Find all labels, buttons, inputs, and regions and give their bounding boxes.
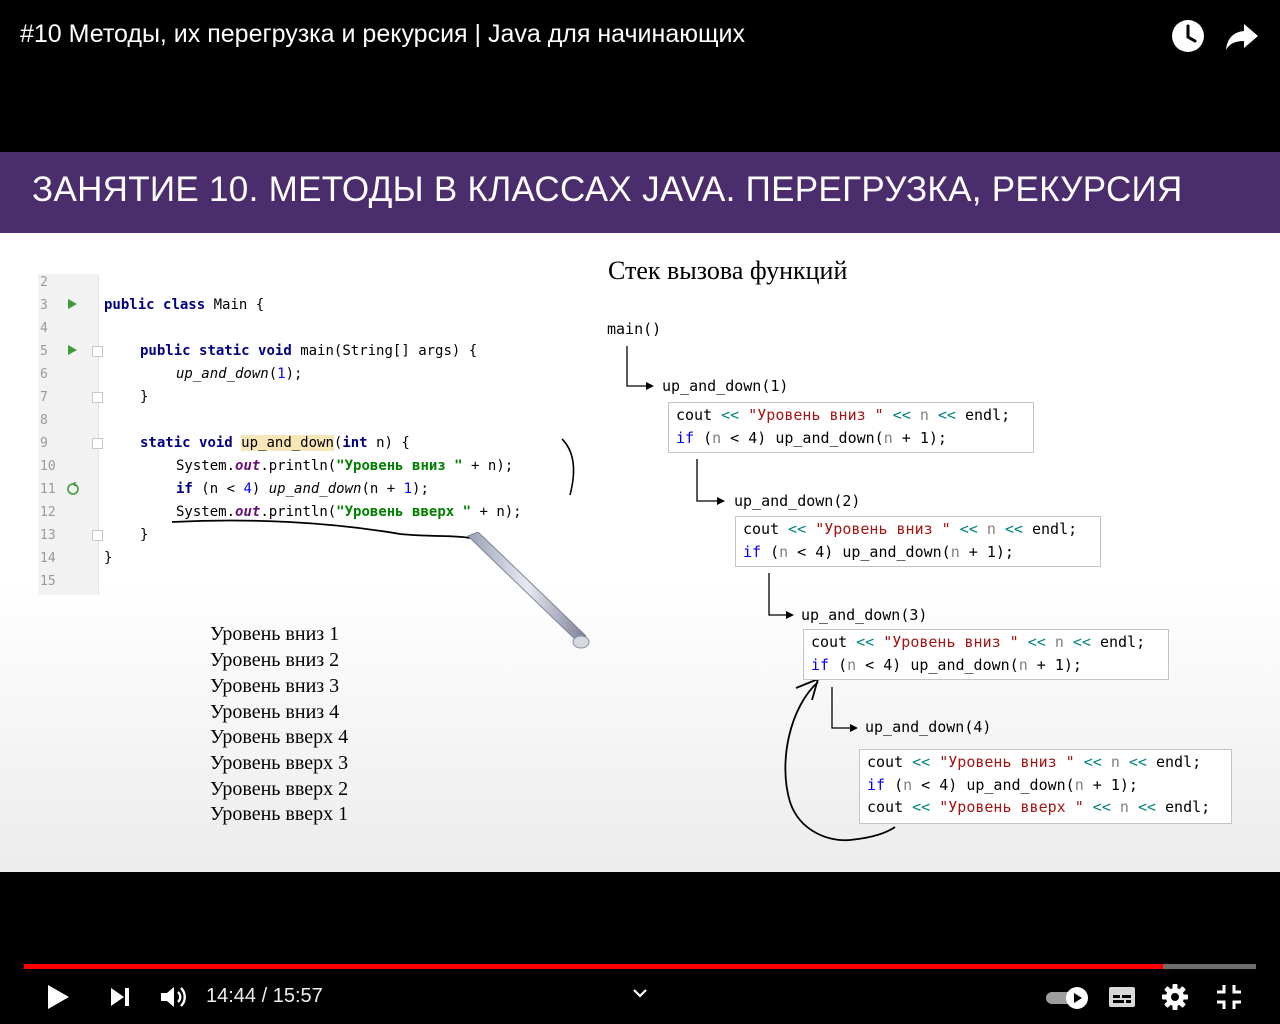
share-icon[interactable]: [1224, 18, 1260, 54]
duration: 15:57: [272, 985, 323, 1007]
stack-frame-3: cout << "Уровень вниз " << n << endl; if…: [803, 629, 1169, 680]
stack-frame-2: cout << "Уровень вниз " << n << endl; if…: [735, 516, 1101, 567]
call-level-3: up_and_down(3): [801, 606, 928, 624]
call-level-4: up_and_down(4): [865, 718, 992, 736]
watch-later-icon[interactable]: [1170, 18, 1206, 54]
stack-frame-1: cout << "Уровень вниз " << n << endl; if…: [668, 402, 1034, 453]
subtitles-icon[interactable]: [1108, 986, 1136, 1008]
current-time: 14:44: [206, 985, 257, 1007]
autoplay-toggle-icon[interactable]: [1044, 984, 1090, 1010]
next-icon[interactable]: [108, 985, 132, 1009]
exit-fullscreen-icon[interactable]: [1216, 984, 1242, 1010]
video-frame[interactable]: ЗАНЯТИЕ 10. МЕТОДЫ В КЛАССАХ JAVA. ПЕРЕГ…: [0, 152, 1280, 872]
call-level-1: up_and_down(1): [662, 377, 789, 395]
call-level-2: up_and_down(2): [734, 492, 861, 510]
progress-played: [24, 964, 1164, 969]
time-separator: /: [256, 985, 273, 1007]
time-display: 14:44 / 15:57: [206, 985, 323, 1008]
settings-icon[interactable]: [1161, 983, 1189, 1011]
play-icon[interactable]: [44, 982, 72, 1012]
chevron-up-icon[interactable]: [631, 987, 649, 999]
video-title[interactable]: #10 Методы, их перегрузка и рекурсия | J…: [20, 20, 745, 49]
stack-frame-4: cout << "Уровень вниз " << n << endl; if…: [859, 749, 1232, 824]
volume-icon[interactable]: [158, 983, 188, 1011]
progress-bar[interactable]: [24, 964, 1256, 969]
